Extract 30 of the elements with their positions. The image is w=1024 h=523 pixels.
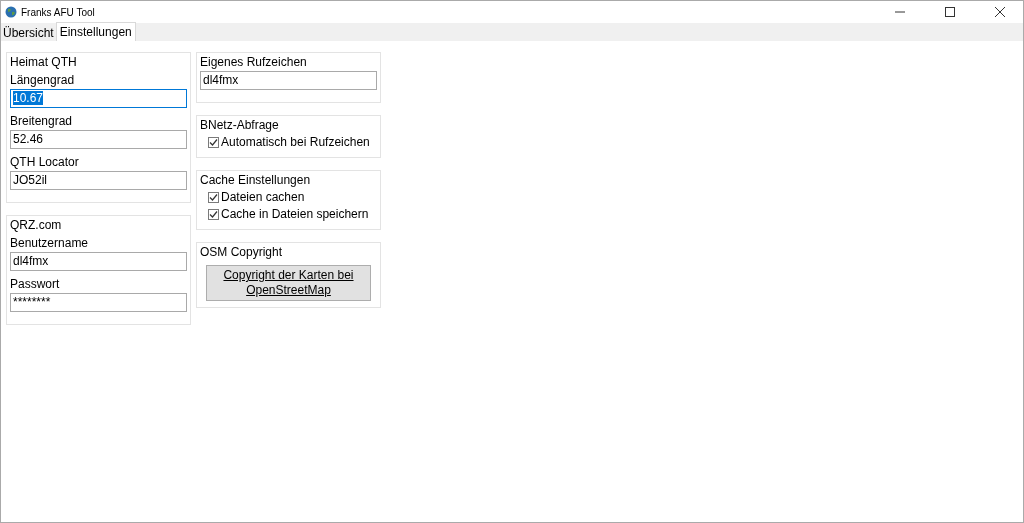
input-field[interactable]: 10.67 (10, 89, 187, 108)
checkbox[interactable] (208, 192, 219, 203)
window-title: Franks AFU Tool (21, 5, 95, 20)
input-field[interactable]: JO52il (10, 171, 187, 190)
field-label: Längengrad (10, 73, 76, 87)
checkbox[interactable] (208, 137, 219, 148)
checkbox[interactable] (208, 209, 219, 220)
close-icon[interactable] (995, 7, 1005, 17)
input-field[interactable]: dl4fmx (10, 252, 187, 271)
checkbox-label: Dateien cachen (221, 189, 305, 206)
group-title: BNetz-Abfrage (200, 118, 281, 132)
field-label: Passwort (10, 277, 61, 291)
checkbox-label: Automatisch bei Rufzeichen (221, 134, 370, 151)
link-button[interactable]: Copyright der Karten bei OpenStreetMap (206, 265, 371, 301)
group-title: OSM Copyright (200, 245, 285, 259)
checkbox-label: Cache in Dateien speichern (221, 206, 369, 223)
field-label: Breitengrad (10, 114, 74, 128)
globe-icon (5, 6, 17, 18)
tab[interactable]: Übersicht (1, 24, 56, 41)
tab[interactable]: Einstellungen (55, 22, 136, 41)
maximize-icon[interactable] (945, 7, 955, 17)
group-title: Eigenes Rufzeichen (200, 55, 309, 69)
group-title: QRZ.com (10, 218, 64, 232)
input-field[interactable]: ******** (10, 293, 187, 312)
group-title: Cache Einstellungen (200, 173, 313, 187)
input-field[interactable]: 52.46 (10, 130, 187, 149)
field-label: Benutzername (10, 236, 90, 250)
group-title: Heimat QTH (10, 55, 79, 69)
field-label: QTH Locator (10, 155, 80, 169)
input-field[interactable]: dl4fmx (200, 71, 377, 90)
